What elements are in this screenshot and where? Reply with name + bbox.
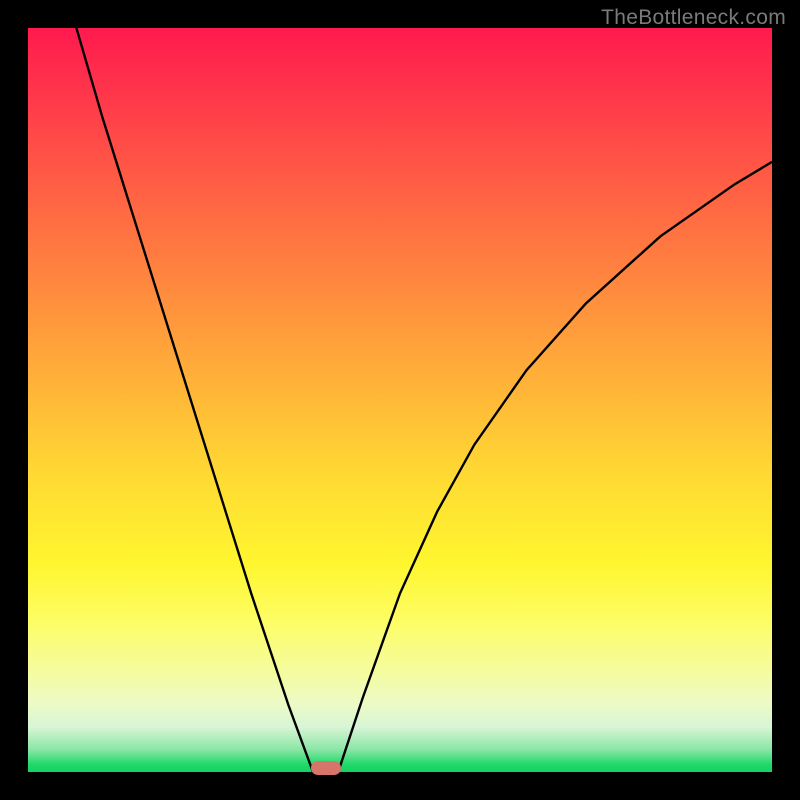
watermark-text: TheBottleneck.com bbox=[601, 6, 786, 30]
optimal-marker bbox=[311, 761, 341, 775]
chart-plot-area bbox=[28, 28, 772, 772]
